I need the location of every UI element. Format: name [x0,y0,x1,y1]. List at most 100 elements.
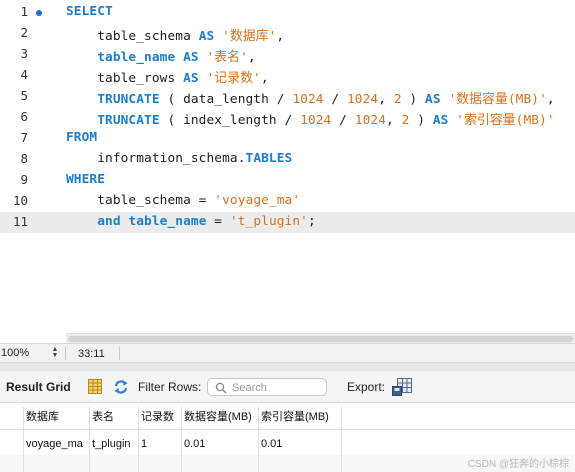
sql-token: table_rows [66,71,184,86]
sql-keyword: and [97,214,121,229]
line-number: 1 [20,4,28,19]
code-text[interactable]: FROM [66,130,97,145]
code-text[interactable]: TRUNCATE ( data_length / 1024 / 1024, 2 … [66,88,555,107]
column-divider [258,407,259,472]
sql-editor[interactable]: 1 SELECT 2 table_schema AS '数据库', 3 table_n… [0,0,575,333]
code-text[interactable]: table_schema = 'voyage_ma' [66,193,300,208]
panel-splitter[interactable] [0,363,575,371]
column-header[interactable]: 数据库 [24,407,88,428]
grid-header-row: 数据库 表名 记录数 数据容量(MB) 索引容量(MB) [0,407,575,428]
column-header[interactable]: 表名 [90,407,138,428]
code-line[interactable]: 9 WHERE [0,170,575,191]
code-line[interactable]: 7 FROM [0,128,575,149]
sql-keyword: table_name [128,214,207,229]
scrollbar-thumb[interactable] [68,336,573,342]
watermark: CSDN @狂奔的小棕棕 [467,459,569,470]
result-toolbar: Result Grid Filter Rows: Export: [0,371,575,403]
filter-rows-label: Filter Rows: [138,380,202,394]
column-divider [138,407,139,472]
table-cell[interactable]: 0.01 [182,434,258,455]
line-number: 2 [20,25,28,40]
sql-token: table_schema [66,29,199,44]
code-text[interactable]: WHERE [66,172,105,187]
sql-number: 1024 [346,92,379,107]
sql-keyword: TRUNCATE [97,113,160,128]
refresh-icon[interactable] [113,379,129,395]
column-header[interactable]: 索引容量(MB) [259,407,341,428]
sql-keyword: FROM [66,130,98,145]
line-number: 4 [20,67,28,82]
zoom-stepper-icon[interactable]: ▲ ▼ [50,346,60,360]
sql-token: ) [401,92,426,107]
current-statement-marker-icon [36,10,42,16]
header-divider [0,429,575,430]
code-line[interactable]: 2 table_schema AS '数据库', [0,23,575,44]
table-cell[interactable]: 0.01 [259,434,341,455]
code-text[interactable]: table_name AS '表名', [66,46,256,65]
sql-token: ( data_length / [159,92,293,107]
sql-keyword: SELECT [66,4,113,19]
sql-string: '记录数' [206,71,261,86]
editor-horizontal-scrollbar[interactable] [66,333,575,343]
cursor-position: 33:11 [78,348,105,360]
export-label: Export: [347,380,386,394]
search-input[interactable] [232,380,324,395]
sql-keyword: AS [425,92,441,107]
column-header[interactable]: 记录数 [139,407,181,428]
table-cell[interactable]: voyage_ma [24,434,88,455]
line-number: 7 [20,130,28,145]
code-text[interactable]: table_schema AS '数据库', [66,25,284,44]
code-line[interactable]: 4 table_rows AS '记录数', [0,65,575,86]
sql-token: information_schema. [66,151,246,166]
sql-number: 1024 [300,113,332,128]
line-number: 3 [20,46,28,61]
code-text[interactable]: and table_name = 't_plugin'; [66,214,316,229]
code-text[interactable]: information_schema.TABLES [66,151,292,166]
code-line[interactable]: 8 information_schema.TABLES [0,149,575,170]
sql-keyword: TABLES [245,151,293,166]
sql-token: , [546,92,555,107]
code-line[interactable]: 1 SELECT [0,2,575,23]
column-header[interactable]: 数据容量(MB) [182,407,258,428]
sql-token: , [260,71,269,86]
sql-token: = [206,214,230,229]
code-line[interactable]: 10 table_schema = 'voyage_ma' [0,191,575,212]
code-line[interactable]: 5 TRUNCATE ( data_length / 1024 / 1024, … [0,86,575,107]
sql-token: table_schema = [66,193,215,208]
result-grid-title: Result Grid [6,380,71,394]
sql-token: , [247,50,256,65]
line-number: 9 [20,172,28,187]
code-text[interactable]: TRUNCATE ( index_length / 1024 / 1024, 2… [66,109,555,128]
export-icon[interactable] [392,378,412,396]
code-text[interactable]: table_rows AS '记录数', [66,67,269,86]
code-line[interactable]: 3 table_name AS '表名', [0,44,575,65]
code-text[interactable]: SELECT [66,4,113,19]
status-divider [65,347,66,360]
grid-view-icon[interactable] [88,379,102,394]
sql-token: / [331,113,355,128]
code-line[interactable]: 6 TRUNCATE ( index_length / 1024 / 1024,… [0,107,575,128]
table-cell[interactable]: t_plugin [90,434,138,455]
code-line[interactable]: 11 and table_name = 't_plugin'; [0,212,575,233]
filter-rows-search[interactable] [207,378,327,396]
table-row[interactable]: voyage_ma t_plugin 1 0.01 0.01 [0,434,575,455]
zoom-select[interactable]: 100% ▲ ▼ [0,346,62,361]
column-divider [341,407,342,472]
sql-keyword: WHERE [66,172,106,187]
column-divider [23,407,24,472]
sql-string: '数据容量(MB)' [448,92,547,107]
sql-string: 't_plugin' [229,214,308,229]
column-divider [181,407,182,472]
sql-string: '索引容量(MB)' [456,113,555,128]
search-icon [215,382,227,394]
sql-token: , [386,113,402,128]
sql-number: 1024 [292,92,324,107]
sql-token: ) [409,113,433,128]
table-cell[interactable]: 1 [139,434,181,455]
line-number: 8 [20,151,28,166]
sql-token: ; [307,214,316,229]
